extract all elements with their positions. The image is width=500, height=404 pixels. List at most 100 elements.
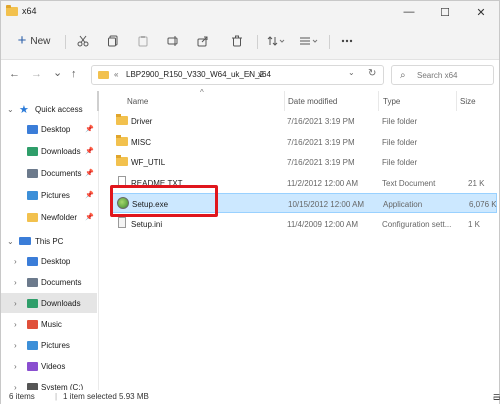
newfolder-icon	[27, 213, 38, 222]
sidebar-label: Quick access	[35, 104, 83, 114]
file-type: Text Document	[382, 178, 436, 188]
maximize-button[interactable]: ☐	[427, 1, 463, 23]
chevron-right-icon[interactable]: ›	[14, 320, 17, 329]
more-icon[interactable]	[337, 31, 357, 51]
sidebar-item-downloads[interactable]: › Downloads	[1, 293, 97, 313]
address-bar[interactable]: « LBP2900_R150_V330_W64_uk_EN_2 › x64 ⌄ …	[91, 65, 384, 85]
file-type: File folder	[382, 158, 418, 167]
folder-icon	[116, 134, 128, 146]
file-size: 1 K	[468, 219, 481, 229]
search-input[interactable]: ⌕ Search x64	[391, 65, 494, 85]
divider	[65, 35, 66, 49]
copy-icon[interactable]	[103, 31, 123, 51]
sidebar-item-desktop[interactable]: › Desktop	[1, 251, 97, 271]
sidebar-label: Newfolder	[41, 212, 78, 222]
sidebar-item-quick-access[interactable]: ⌄ ★ Quick access	[1, 99, 97, 119]
sidebar-item-documents[interactable]: Documents 📌	[1, 163, 97, 183]
desktop-icon	[27, 125, 38, 134]
chevron-right-icon[interactable]: ›	[14, 362, 17, 371]
file-name: MISC	[131, 137, 151, 147]
sidebar-item-desktop[interactable]: Desktop 📌	[1, 119, 97, 139]
search-icon: ⌕	[400, 70, 406, 81]
downloads-icon	[27, 299, 38, 308]
sidebar-label: Downloads	[41, 298, 81, 308]
music-icon	[27, 320, 38, 329]
sidebar-label: Downloads	[41, 146, 81, 156]
folder-icon	[116, 155, 128, 166]
file-type: File folder	[382, 137, 418, 147]
folder-icon	[98, 71, 109, 79]
share-icon[interactable]	[193, 31, 213, 51]
forward-icon[interactable]: →	[31, 68, 42, 80]
sidebar-label: Documents	[41, 277, 82, 287]
chevron-right-icon[interactable]: ›	[14, 278, 17, 287]
selection-info: 1 item selected 5.93 MB	[63, 392, 149, 401]
chevron-right-icon[interactable]: ›	[14, 341, 17, 350]
column-divider[interactable]	[378, 91, 379, 111]
rename-icon[interactable]	[163, 31, 183, 51]
pin-icon[interactable]: 📌	[85, 191, 94, 199]
sidebar-item-this-pc[interactable]: ⌄ This PC	[1, 231, 97, 251]
file-explorer-window: x64 — ☐ ✕ + New ← → ⌄ ↑ « LBP2900_R150_V…	[0, 0, 500, 404]
paste-icon[interactable]	[133, 31, 153, 51]
file-icon	[118, 216, 126, 228]
refresh-icon[interactable]: ↻	[368, 68, 376, 79]
pin-icon[interactable]: 📌	[85, 169, 94, 177]
file-name: WF_UTIL	[131, 158, 166, 167]
chevron-right-icon[interactable]: ›	[14, 257, 17, 266]
pin-icon[interactable]: 📌	[85, 147, 94, 155]
file-row[interactable]: Driver 7/16/2021 3:19 PM File folder	[112, 111, 497, 131]
folder-icon	[6, 5, 18, 16]
sidebar-label: Music	[41, 319, 62, 329]
close-button[interactable]: ✕	[463, 1, 499, 23]
sidebar-item-downloads[interactable]: Downloads 📌	[1, 141, 97, 161]
new-button[interactable]: + New	[11, 31, 57, 51]
file-size: 6,076 K	[469, 200, 497, 209]
file-date: 7/16/2021 3:19 PM	[287, 158, 355, 167]
pictures-icon	[27, 341, 38, 350]
column-name[interactable]: Name	[127, 97, 148, 106]
column-size[interactable]: Size	[460, 97, 476, 106]
address-dropdown-icon[interactable]: ⌄	[348, 68, 355, 77]
file-type: Configuration sett...	[382, 219, 452, 229]
recent-dropdown-icon[interactable]: ⌄	[53, 66, 62, 79]
pin-icon[interactable]: 📌	[85, 125, 94, 133]
sidebar-item-newfolder[interactable]: Newfolder 📌	[1, 207, 97, 227]
sort-icon[interactable]	[263, 31, 289, 51]
command-bar: + New	[1, 23, 499, 60]
pin-icon[interactable]: 📌	[85, 213, 94, 221]
overflow-chevron[interactable]: «	[114, 70, 118, 79]
minimize-button[interactable]: —	[391, 1, 427, 23]
highlight-box	[110, 185, 218, 217]
sidebar-item-pictures[interactable]: Pictures 📌	[1, 185, 97, 205]
computer-icon	[19, 237, 31, 245]
sidebar-item-documents[interactable]: › Documents	[1, 272, 97, 292]
back-icon[interactable]: ←	[9, 68, 20, 80]
file-row[interactable]: MISC 7/16/2021 3:19 PM File folder	[112, 132, 497, 152]
cut-icon[interactable]	[73, 31, 93, 51]
desktop-icon	[27, 257, 38, 266]
column-divider[interactable]	[284, 91, 285, 111]
breadcrumb-x64[interactable]: x64	[258, 70, 271, 79]
sidebar-label: Videos	[41, 361, 66, 371]
folder-icon	[116, 114, 128, 125]
chevron-right-icon[interactable]: ›	[14, 299, 17, 308]
sidebar-item-music[interactable]: › Music	[1, 314, 97, 334]
downloads-icon	[27, 147, 38, 156]
tiles-view-icon[interactable]: ▭	[493, 393, 500, 402]
breadcrumb-lbp2900[interactable]: LBP2900_R150_V330_W64_uk_EN_2	[126, 70, 264, 79]
delete-icon[interactable]	[227, 31, 247, 51]
sort-ascending-icon: ^	[200, 88, 204, 97]
breadcrumb-separator[interactable]: ›	[248, 70, 251, 79]
view-icon[interactable]	[295, 31, 323, 51]
column-date-modified[interactable]: Date modified	[288, 97, 337, 106]
column-type[interactable]: Type	[383, 97, 400, 106]
chevron-down-icon[interactable]: ⌄	[7, 105, 14, 114]
sidebar-item-pictures[interactable]: › Pictures	[1, 335, 97, 355]
sidebar-item-videos[interactable]: › Videos	[1, 356, 97, 376]
file-row[interactable]: WF_UTIL 7/16/2021 3:19 PM File folder	[112, 152, 497, 172]
chevron-down-icon[interactable]: ⌄	[7, 237, 14, 246]
column-divider[interactable]	[456, 91, 457, 111]
up-icon[interactable]: ↑	[71, 68, 77, 80]
window-title: x64	[22, 6, 37, 16]
